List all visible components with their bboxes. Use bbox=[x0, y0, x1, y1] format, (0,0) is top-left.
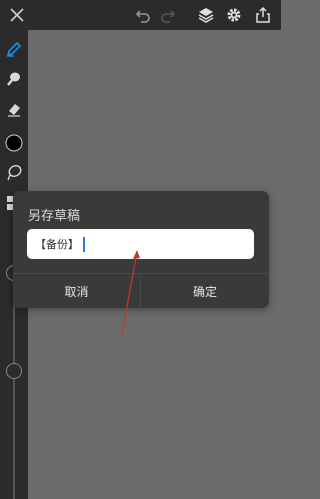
save-draft-dialog: 另存草稿 【备份】 取消 确定 bbox=[13, 191, 269, 308]
close-button[interactable] bbox=[5, 3, 29, 27]
cancel-button[interactable]: 取消 bbox=[13, 274, 140, 308]
confirm-button[interactable]: 确定 bbox=[141, 274, 269, 308]
draft-name-input[interactable]: 【备份】 bbox=[27, 229, 254, 259]
close-icon bbox=[10, 8, 24, 22]
layers-button[interactable] bbox=[194, 3, 218, 27]
redo-icon bbox=[161, 10, 176, 23]
lasso-tool-button[interactable] bbox=[3, 162, 25, 184]
eraser-icon bbox=[8, 104, 20, 117]
layers-icon bbox=[198, 8, 214, 23]
color-swatch-icon bbox=[5, 134, 23, 152]
text-caret bbox=[83, 236, 85, 252]
settings-button[interactable] bbox=[222, 3, 246, 27]
top-toolbar bbox=[0, 0, 281, 30]
pen-tool-button[interactable] bbox=[3, 38, 25, 60]
share-button[interactable] bbox=[251, 3, 275, 27]
draft-name-value: 【备份】 bbox=[35, 238, 79, 251]
opacity-knob[interactable] bbox=[6, 363, 22, 379]
brush-icon bbox=[7, 72, 20, 86]
redo-button[interactable] bbox=[156, 3, 180, 27]
dialog-title: 另存草稿 bbox=[28, 209, 81, 224]
eraser-tool-button[interactable] bbox=[3, 98, 25, 120]
pen-icon bbox=[6, 41, 22, 57]
gear-icon bbox=[227, 8, 241, 22]
undo-button[interactable] bbox=[131, 3, 155, 27]
lasso-icon bbox=[7, 165, 22, 181]
brush-tool-button[interactable] bbox=[3, 68, 25, 90]
undo-icon bbox=[135, 10, 150, 23]
share-icon bbox=[256, 6, 270, 23]
color-swatch[interactable] bbox=[3, 132, 25, 154]
